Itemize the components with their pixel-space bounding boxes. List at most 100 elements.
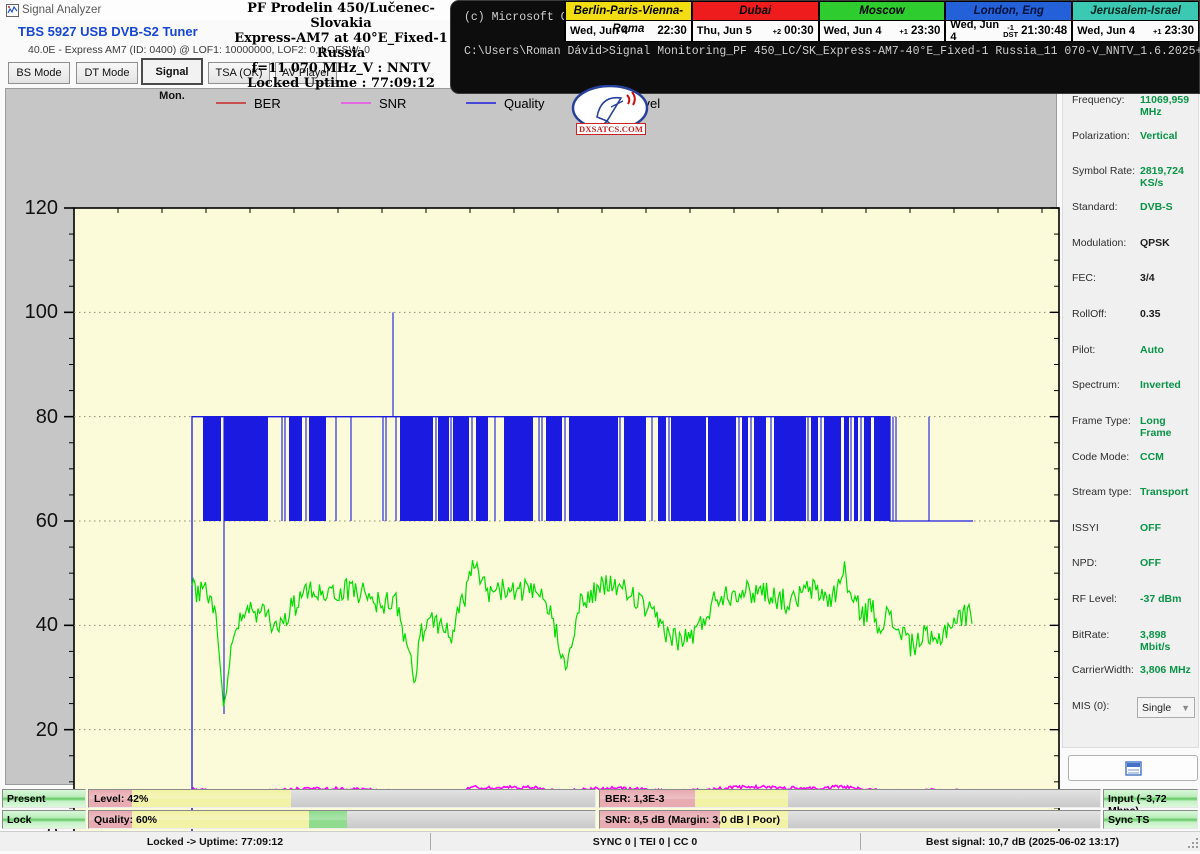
clock-time: 23:30: [1165, 25, 1194, 37]
parameter-value: -37 dBm: [1140, 593, 1181, 605]
y-axis-label: 80: [6, 406, 58, 429]
ts-capture-icon: [1125, 761, 1142, 776]
parameter-value: 0.35: [1140, 308, 1160, 320]
gauge-fill-zone: [695, 790, 788, 807]
quality-drop-block: [774, 417, 806, 521]
quality-drop-block: [811, 417, 818, 521]
clock-date: Thu, Jun 5: [697, 25, 773, 37]
parameter-label: Symbol Rate:: [1072, 165, 1135, 177]
parameter-value: Vertical: [1140, 130, 1177, 142]
legend-line-swatch: [466, 102, 496, 104]
legend-line-swatch: [341, 102, 371, 104]
statusbar-uptime: Locked -> Uptime: 77:09:12: [0, 832, 430, 851]
quality-drop-block: [224, 417, 268, 521]
parameter-row: Symbol Rate: 2819,724 KS/s: [1063, 162, 1198, 182]
gauge-fill-zone: [132, 811, 309, 828]
legend-item: Quality: [466, 94, 544, 112]
dxsatcs-logo: DXSATCS.COM: [569, 85, 651, 139]
parameter-row: BitRate: 3,898 Mbit/s: [1063, 626, 1198, 646]
quality-drop-block: [569, 417, 618, 521]
quality-drop-block: [476, 417, 488, 521]
ber-gauge: BER: 1,3E-3: [599, 789, 1101, 808]
tab-bs-mode[interactable]: BS Mode: [8, 62, 70, 84]
mis-selected-value: Single: [1142, 702, 1171, 714]
signal-parameters-panel: Frequency: 11069,959 MHz Polarization: V…: [1062, 88, 1199, 748]
resize-grip[interactable]: [1188, 836, 1199, 854]
clock-date: Wed, Jun 4: [570, 25, 654, 37]
input-bitrate-indicator: Input (~3,72 Mbps): [1103, 789, 1198, 808]
sync-ts-indicator: Sync TS: [1103, 810, 1198, 829]
parameter-row: Modulation: QPSK: [1063, 234, 1198, 254]
clock: Jerusalem-Israel Wed, Jun 4 +1 23:30: [1071, 1, 1199, 42]
y-axis-label: 60: [6, 510, 58, 533]
gauge-fill-zone: [309, 811, 347, 828]
quality-drop-block: [742, 417, 748, 521]
monitoring-header: PF Prodelin 450/Lučenec-Slovakia Express…: [230, 1, 452, 91]
chevron-down-icon: ▼: [1181, 703, 1190, 713]
console-copyright-line: (c) Microsoft Co: [464, 11, 574, 24]
quality-drop-block: [844, 417, 849, 521]
header-line-uptime: Locked Uptime : 77:09:12: [230, 76, 452, 91]
statusbar: Locked -> Uptime: 77:09:12 SYNC 0 | TEI …: [0, 831, 1200, 851]
parameter-label: CarrierWidth:: [1072, 664, 1134, 676]
statusbar-best-signal: Best signal: 10,7 dB (2025-06-02 13:17): [860, 832, 1185, 851]
parameter-label: Standard:: [1072, 201, 1118, 213]
legend-item: BER: [216, 94, 281, 112]
parameter-row: Polarization: Vertical: [1063, 127, 1198, 147]
clock-city: Jerusalem-Israel: [1073, 2, 1198, 21]
quality-drop-block: [671, 417, 706, 521]
clock-city: Dubai: [693, 2, 818, 21]
quality-drop-block: [504, 417, 533, 521]
parameter-row: Stream type: Transport: [1063, 483, 1198, 503]
tab-signal-mon-[interactable]: Signal Mon.: [141, 58, 203, 85]
world-clocks: Berlin-Paris-Vienna-Roma Wed, Jun 4 22:3…: [565, 1, 1199, 42]
clock-date: Wed, Jun 4: [1077, 25, 1153, 37]
quality-drop-block: [289, 417, 302, 521]
mis-dropdown[interactable]: Single ▼: [1137, 697, 1195, 718]
parameter-value: Transport: [1140, 486, 1188, 498]
clock: Moscow Wed, Jun 4 +1 23:30: [818, 1, 946, 42]
parameter-value: 3/4: [1140, 272, 1155, 284]
parameter-row: Frequency: 11069,959 MHz: [1063, 91, 1198, 111]
lock-indicator: Lock: [2, 810, 86, 829]
statusbar-sync-counters: SYNC 0 | TEI 0 | CC 0: [430, 832, 860, 851]
quality-drop-block: [309, 417, 326, 521]
legend-item: SNR: [341, 94, 406, 112]
signal-chart-panel: BER SNR Quality Level 120100806040200: [5, 88, 1057, 785]
clock-time: 21:30:48: [1021, 25, 1067, 37]
ts-capture-button[interactable]: [1068, 755, 1198, 781]
quality-drop-block: [400, 417, 433, 521]
header-line-satellite: Express-AM7 at 40°E_Fixed-1 Russia: [230, 31, 452, 61]
screen: { "window": { "title": "Signal Analyzer"…: [0, 0, 1200, 850]
quality-drop-block: [658, 417, 666, 521]
chart-plot: [54, 198, 1063, 854]
clock: London, Eng Wed, Jun 4 -1DST 21:30:48: [944, 1, 1072, 42]
legend-line-swatch: [216, 102, 246, 104]
clock-utc-offset: -1DST: [1003, 24, 1018, 38]
parameter-row: MIS (0): Single ▼: [1063, 697, 1198, 717]
level-gauge: Level: 42%: [88, 789, 596, 808]
clock-date: Wed, Jun 4: [824, 25, 900, 37]
parameter-value: Long Frame: [1140, 415, 1198, 439]
parameter-label: Frequency:: [1072, 94, 1125, 106]
parameter-value: 3,806 MHz: [1140, 664, 1191, 676]
clock-utc-offset: +1: [1153, 28, 1162, 35]
parameter-label: MIS (0):: [1072, 700, 1109, 712]
parameter-label: RF Level:: [1072, 593, 1117, 605]
quality-drop-block: [864, 417, 871, 521]
tab-dt-mode[interactable]: DT Mode: [76, 62, 138, 84]
parameter-label: Code Mode:: [1072, 451, 1129, 463]
gauge-fill-zone: [132, 790, 291, 807]
y-axis-label: 20: [6, 719, 58, 742]
parameter-row: Pilot: Auto: [1063, 341, 1198, 361]
parameter-row: RollOff: 0.35: [1063, 305, 1198, 325]
parameter-label: Pilot:: [1072, 344, 1095, 356]
present-indicator: Present: [2, 789, 86, 808]
parameter-row: NPD: OFF: [1063, 554, 1198, 574]
parameter-row: ISSYI OFF: [1063, 519, 1198, 539]
parameter-value: Inverted: [1140, 379, 1181, 391]
legend-label: BER: [254, 96, 281, 111]
parameter-row: Frame Type: Long Frame: [1063, 412, 1198, 432]
parameter-value: 3,898 Mbit/s: [1140, 629, 1198, 653]
clock: Dubai Thu, Jun 5 +2 00:30: [691, 1, 819, 42]
